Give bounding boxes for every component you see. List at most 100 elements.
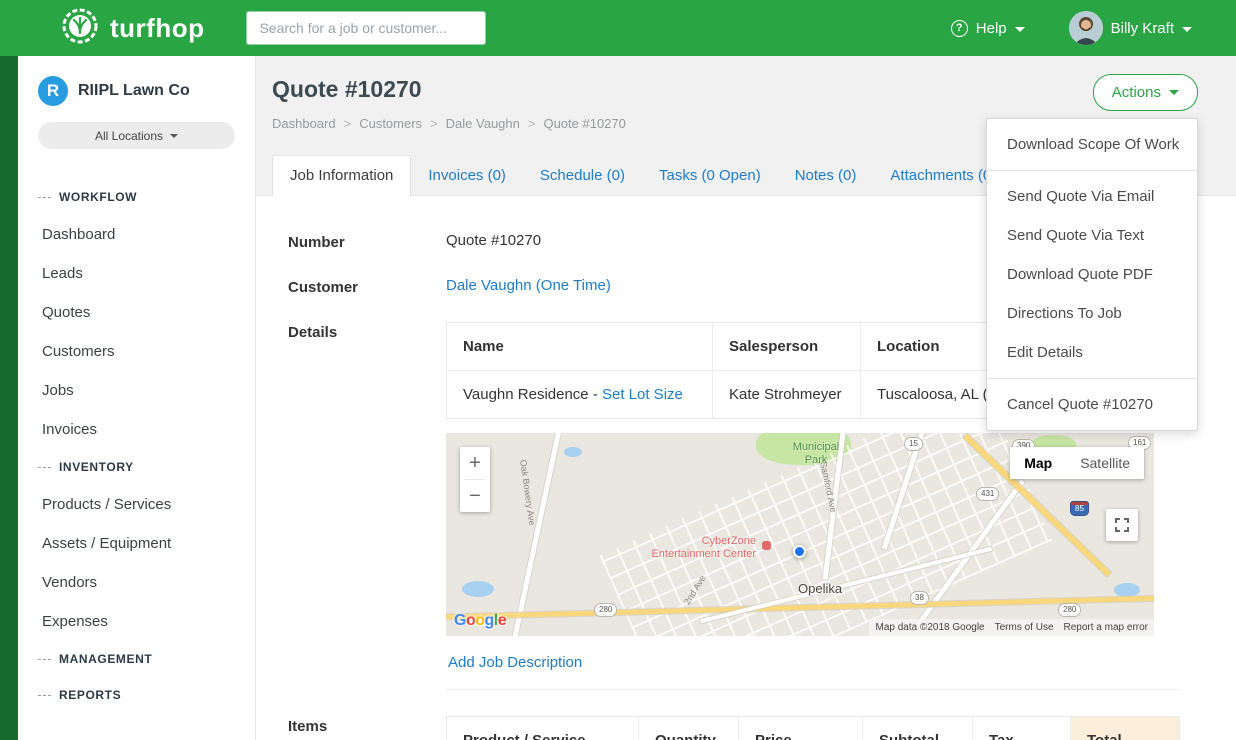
items-row: Items Product / Service Quantity Price S… [288,716,1220,740]
breadcrumb-dashboard[interactable]: Dashboard [272,116,336,131]
fullscreen-button[interactable] [1106,509,1138,541]
route-shield-280: 280 [1058,603,1081,617]
sidebar-item-quotes[interactable]: Quotes [18,293,255,332]
terms-of-use-link[interactable]: Terms of Use [995,622,1054,633]
menu-item-cancel-quote[interactable]: Cancel Quote #10270 [987,385,1197,424]
menu-item-send-quote-email[interactable]: Send Quote Via Email [987,177,1197,216]
report-map-error-link[interactable]: Report a map error [1064,622,1148,633]
chevron-down-icon [170,134,178,138]
route-shield-431: 431 [976,487,999,501]
section-divider [446,689,1180,690]
poi-label-line2: Entertainment Center [626,548,756,561]
number-label: Number [288,232,446,251]
section-title: INVENTORY [59,460,134,474]
map-type-control: Map Satellite [1010,447,1144,479]
col-subtotal: Subtotal [863,717,973,740]
route-shield-38: 38 [910,591,929,605]
sidebar-item-leads[interactable]: Leads [18,254,255,293]
nav-section-management[interactable]: MANAGEMENT [18,641,255,677]
sidebar-item-invoices[interactable]: Invoices [18,410,255,449]
section-title: WORKFLOW [59,190,137,204]
nav-section-workflow: WORKFLOW [18,179,255,215]
tree-connector-icon [38,467,51,468]
search-input[interactable] [246,11,486,45]
col-quantity: Quantity [639,717,739,740]
company-logo-icon: R [38,76,68,106]
help-icon: ? [951,20,968,37]
google-logo[interactable]: Google [454,612,506,630]
left-rail [0,56,18,740]
menu-item-edit-details[interactable]: Edit Details [987,333,1197,372]
menu-item-download-quote-pdf[interactable]: Download Quote PDF [987,255,1197,294]
zoom-in-button[interactable]: + [460,447,490,479]
tab-job-information[interactable]: Job Information [272,155,411,196]
locations-selector[interactable]: All Locations [38,122,235,149]
poi-icon [762,541,771,550]
breadcrumb-customers[interactable]: Customers [359,116,422,131]
global-search [246,11,486,45]
help-label: Help [976,20,1007,37]
zoom-out-button[interactable]: − [460,480,490,512]
zoom-control: + − [460,447,490,512]
property-name: Vaughn Residence - [463,386,598,403]
page-title: Quote #10270 [272,76,1220,103]
main-content: Quote #10270 Dashboard > Customers > Dal… [256,56,1236,740]
menu-divider [987,170,1197,171]
locations-label: All Locations [95,129,163,143]
tab-tasks[interactable]: Tasks (0 Open) [642,156,778,195]
section-title: REPORTS [59,688,121,702]
tree-connector-icon [38,695,51,696]
help-menu[interactable]: ? Help [951,20,1025,37]
sidebar-item-customers[interactable]: Customers [18,332,255,371]
water-area [564,447,582,457]
user-menu[interactable]: Billy Kraft [1069,11,1192,45]
menu-item-download-scope[interactable]: Download Scope Of Work [987,125,1197,164]
customer-link[interactable]: Dale Vaughn [446,277,532,294]
park-label: Municipal Park [781,441,851,466]
customer-label: Customer [288,277,446,296]
salesperson-value: Kate Strohmeyer [713,371,861,419]
user-name: Billy Kraft [1111,20,1174,37]
add-job-description-link[interactable]: Add Job Description [448,654,582,671]
tab-invoices[interactable]: Invoices (0) [411,156,523,195]
sidebar-item-dashboard[interactable]: Dashboard [18,215,255,254]
section-title: MANAGEMENT [59,652,152,666]
tree-connector-icon [38,659,51,660]
sidebar-item-assets-equipment[interactable]: Assets / Equipment [18,524,255,563]
sidebar-item-expenses[interactable]: Expenses [18,602,255,641]
nav-section-reports[interactable]: REPORTS [18,677,255,713]
tree-connector-icon [38,197,51,198]
sidebar-item-products-services[interactable]: Products / Services [18,485,255,524]
tab-notes[interactable]: Notes (0) [778,156,874,195]
brand-name: turfhop [110,13,204,44]
job-location-map[interactable]: Municipal Park CyberZone Entertainment C… [446,433,1154,636]
location-marker [793,545,806,558]
sidebar-item-jobs[interactable]: Jobs [18,371,255,410]
route-shield-280: 280 [594,603,617,617]
map-type-map-button[interactable]: Map [1010,447,1066,479]
breadcrumb-separator: > [344,116,352,131]
chevron-down-icon [1015,27,1025,32]
items-label: Items [288,716,446,740]
col-name: Name [447,323,713,371]
turfhop-logo-icon [60,6,100,51]
sidebar-item-vendors[interactable]: Vendors [18,563,255,602]
menu-item-send-quote-text[interactable]: Send Quote Via Text [987,216,1197,255]
actions-button[interactable]: Actions [1093,74,1198,111]
chevron-down-icon [1169,90,1179,95]
items-header-row: Product / Service Quantity Price Subtota… [447,717,1180,740]
menu-item-directions-to-job[interactable]: Directions To Job [987,294,1197,333]
col-tax: Tax [973,717,1071,740]
fullscreen-icon [1115,518,1129,532]
col-salesperson: Salesperson [713,323,861,371]
breadcrumb-customer-name[interactable]: Dale Vaughn [446,116,520,131]
set-lot-size-link[interactable]: Set Lot Size [602,386,683,403]
tab-schedule[interactable]: Schedule (0) [523,156,642,195]
map-type-satellite-button[interactable]: Satellite [1066,447,1144,479]
brand[interactable]: turfhop [60,6,204,51]
company-header[interactable]: R RIIPL Lawn Co [18,56,255,106]
breadcrumb-separator: > [430,116,438,131]
map-data-credit: Map data ©2018 Google [875,622,984,633]
breadcrumb-separator: > [528,116,536,131]
customer-type-link[interactable]: (One Time) [536,277,611,294]
